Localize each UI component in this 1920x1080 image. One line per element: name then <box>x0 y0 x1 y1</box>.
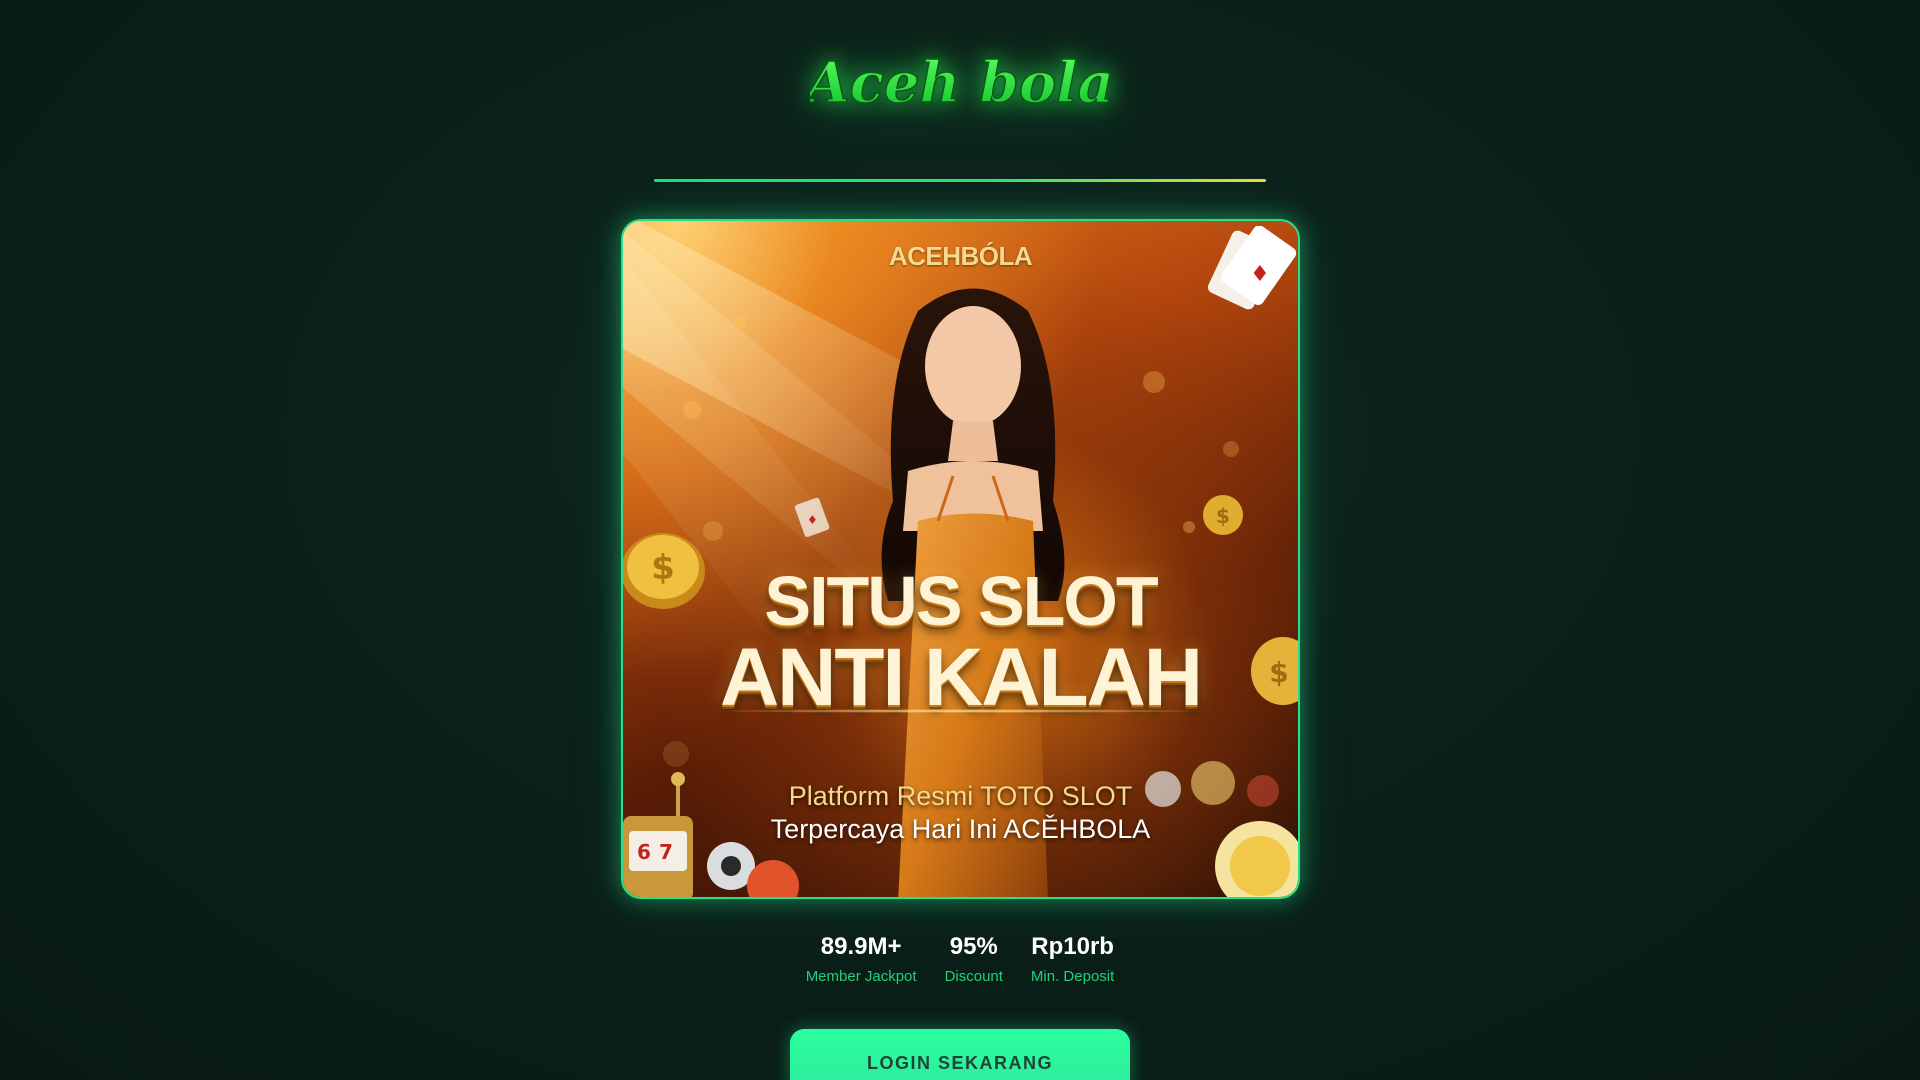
playing-card-decoration: ♦ <box>794 497 830 537</box>
banner-subtitle-line1: Platform Resmi TOTO SLOT <box>788 781 1133 811</box>
stat-value: Rp10rb <box>1031 933 1114 960</box>
stat-value: 95% <box>949 933 998 960</box>
gold-coin-decoration: $ <box>1203 495 1243 535</box>
stat-discount: 95% Discount <box>945 930 1003 990</box>
site-logo[interactable]: Aceh bola <box>0 40 1920 130</box>
logo-text: Aceh bola <box>810 50 1110 116</box>
stat-label: Discount <box>944 968 1003 985</box>
stat-value: 89.9M+ <box>820 933 902 960</box>
stats-row: 89.9M+ Member Jackpot 95% Discount Rp10r… <box>0 930 1920 990</box>
aceh-bola-logo: Aceh bola <box>810 49 1110 117</box>
title-glow-line <box>703 709 1218 713</box>
landing-page: Aceh bola ♦ $ $ $ ♦ 6 7 ACEHBÓLA SITUS S… <box>0 0 1920 1080</box>
login-button[interactable]: LOGIN SEKARANG <box>790 1029 1130 1080</box>
stat-member-jackpot: 89.9M+ Member Jackpot <box>806 930 917 990</box>
stat-min-deposit: Rp10rb Min. Deposit <box>1031 930 1114 990</box>
bokeh-light <box>1183 521 1195 533</box>
bokeh-light <box>733 316 747 330</box>
banner-title-line1: SITUS SLOT <box>764 562 1158 640</box>
bokeh-light <box>1143 371 1165 393</box>
header-divider <box>654 179 1266 182</box>
bokeh-light <box>1223 441 1239 457</box>
banner-subtitle-line2: Terpercaya Hari Ini ACĚHBOLA <box>770 814 1151 844</box>
stat-label: Min. Deposit <box>1030 968 1115 985</box>
stat-label: Member Jackpot <box>805 968 917 985</box>
svg-text:$: $ <box>1216 504 1230 528</box>
promo-banner[interactable]: ♦ $ $ $ ♦ 6 7 ACEHBÓLA SITUS SLOT ANTI K… <box>621 219 1300 899</box>
banner-brand: ACEHBÓLA <box>888 241 1033 271</box>
svg-text:♦: ♦ <box>807 513 818 527</box>
bokeh-light <box>683 401 701 419</box>
